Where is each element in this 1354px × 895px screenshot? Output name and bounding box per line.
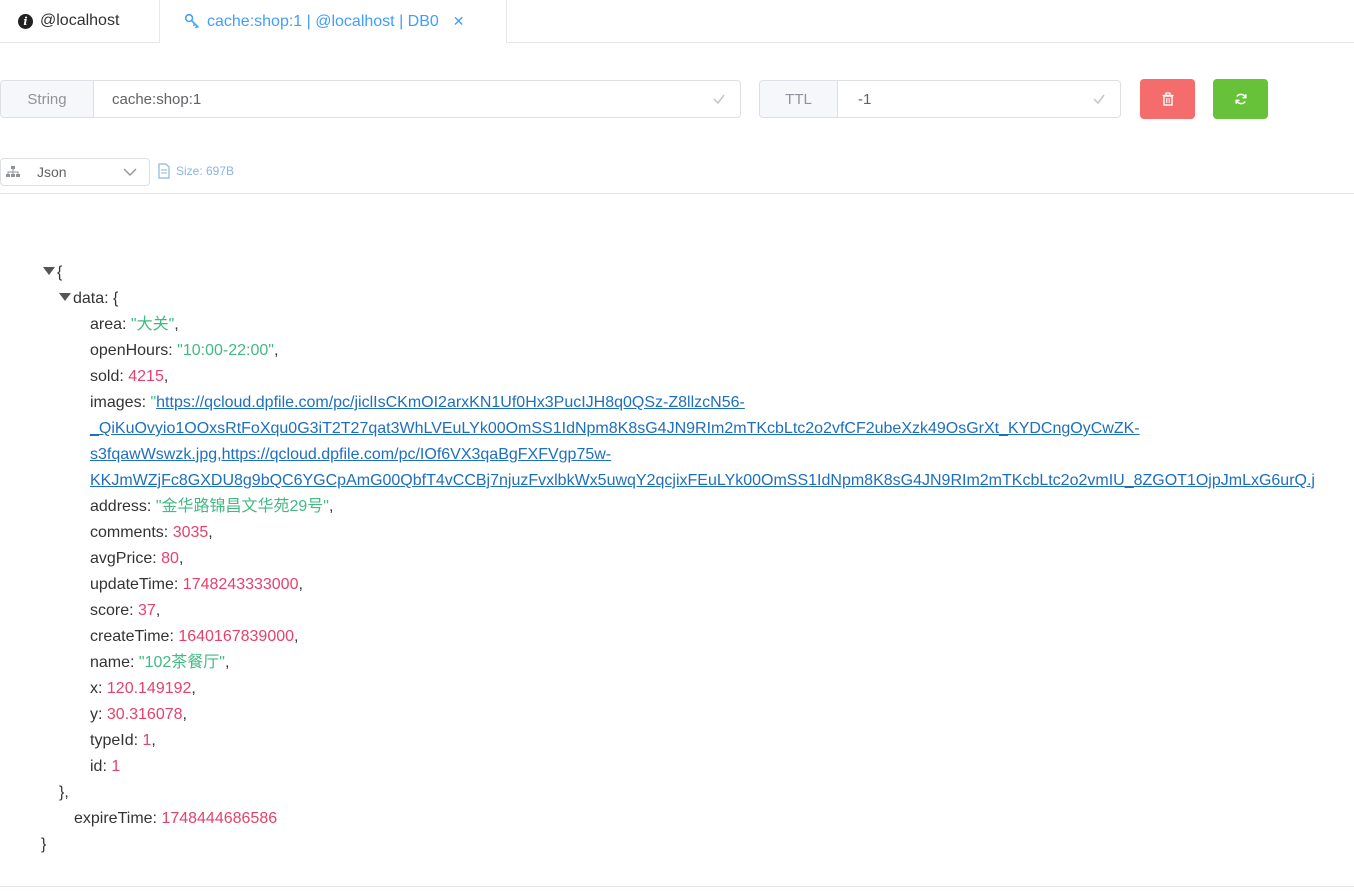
tab-label: @localhost [40,12,120,29]
refresh-button[interactable] [1213,79,1268,119]
size-label: Size: 697B [176,164,235,178]
format-select[interactable]: Json [0,158,150,186]
image-link[interactable]: https://qcloud.dpfile.com/pc/jiclIsCKmOI… [156,394,745,411]
collapse-triangle-icon[interactable] [59,293,71,301]
image-link[interactable]: KKJmWZjFc8GXDU8g9bQC6YGCpAmG00QbfT4vCCBj… [90,472,1315,489]
json-row-name: name: "102茶餐厅", [90,654,230,671]
json-row-updatetime: updateTime: 1748243333000, [90,576,303,593]
format-selected: Json [37,164,67,180]
chevron-down-icon [123,168,137,176]
trash-icon [1162,92,1173,106]
tree-icon [6,166,20,177]
document-icon [158,163,170,179]
refresh-icon [1234,93,1247,105]
json-images-line-3: s3fqawWswzk.jpg,https://qcloud.dpfile.co… [90,442,611,468]
ttl-field: TTL [759,80,1121,118]
json-row-address: address: "金华路锦昌文华苑29号", [90,498,334,515]
json-row-area: area: "大关", [90,316,179,333]
tab-bar: i @localhost cache:shop:1 | @localhost |… [0,0,1354,43]
json-row-typeid: typeId: 1, [90,732,156,749]
check-icon[interactable] [1092,81,1120,117]
json-data-close: }, [59,784,69,801]
json-root-open[interactable]: { [43,260,62,286]
json-row-createtime: createTime: 1640167839000, [90,628,299,645]
collapse-triangle-icon[interactable] [43,267,55,275]
json-row-x: x: 120.149192, [90,680,196,697]
json-row-id: id: 1 [90,758,121,775]
json-root-close: } [41,836,47,853]
json-row-images: images: "https://qcloud.dpfile.com/pc/ji… [90,394,745,411]
json-row-openhours: openHours: "10:00-22:00", [90,342,279,359]
size-indicator: Size: 697B [157,163,234,179]
image-link[interactable]: _QiKuOvyio1OOxsRtFoXqu0G3iT2T27qat3WhLVE… [90,420,1140,437]
json-viewer: { data: { area: "大关", openHours: "10:00-… [0,193,1354,887]
ttl-label: TTL [760,81,838,117]
delete-key-button[interactable] [1140,79,1195,119]
json-row-sold: sold: 4215, [90,368,169,385]
json-row-score: score: 37, [90,602,161,619]
info-icon: i [18,13,33,29]
json-data-node[interactable]: data: { [59,286,118,312]
json-images-line-4: KKJmWZjFc8GXDU8g9bQC6YGCpAmG00QbfT4vCCBj… [90,468,1315,494]
key-icon [184,13,199,29]
json-row-y: y: 30.316078, [90,706,187,723]
tab-key-cache-shop[interactable]: cache:shop:1 | @localhost | DB0 ✕ [160,0,507,43]
tab-label: cache:shop:1 | @localhost | DB0 [207,12,439,30]
json-row-avgprice: avgPrice: 80, [90,550,184,567]
close-icon[interactable]: ✕ [453,13,465,30]
json-row-comments: comments: 3035, [90,524,213,541]
json-row-expiretime: expireTime: 1748444686586 [74,810,278,827]
json-images-line-2: _QiKuOvyio1OOxsRtFoXqu0G3iT2T27qat3WhLVE… [90,416,1140,442]
key-name-input[interactable] [94,81,712,117]
tab-localhost[interactable]: i @localhost [0,0,160,42]
key-type-label: String [1,81,94,117]
image-link[interactable]: s3fqawWswzk.jpg,https://qcloud.dpfile.co… [90,446,611,463]
ttl-input[interactable] [838,81,1092,117]
check-icon[interactable] [712,81,740,117]
key-name-field: String [0,80,741,118]
